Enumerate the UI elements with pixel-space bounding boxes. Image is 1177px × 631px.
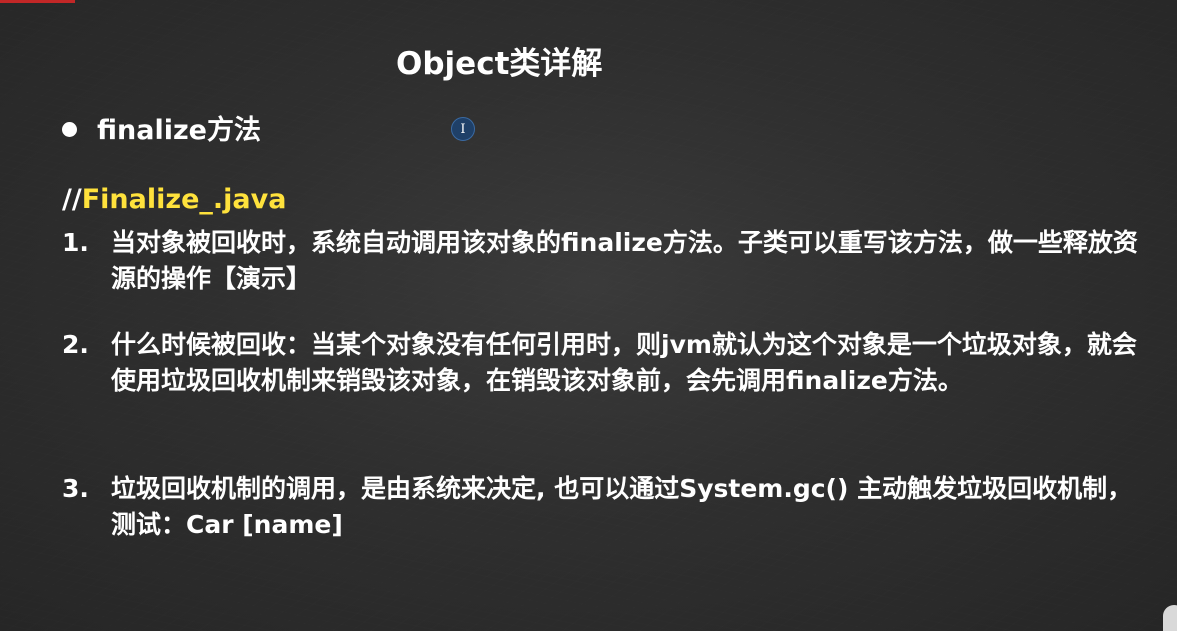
list-item-text: 当对象被回收时，系统自动调用该对象的finalize方法。子类可以重写该方法，做… bbox=[111, 228, 1138, 293]
list-item-number: 1. bbox=[62, 228, 89, 257]
list-item-2: 2. 什么时候被回收：当某个对象没有任何引用时，则jvm就认为这个对象是一个垃圾… bbox=[62, 327, 1147, 399]
cursor-label: I bbox=[460, 121, 466, 137]
list-item-number: 2. bbox=[62, 330, 89, 359]
list-item-number: 3. bbox=[62, 474, 89, 503]
text-cursor-icon: I bbox=[451, 117, 475, 141]
bullet-heading: finalize方法 bbox=[97, 115, 261, 146]
list-item-3: 3. 垃圾回收机制的调用，是由系统来决定, 也可以通过System.gc() 主… bbox=[62, 471, 1147, 543]
bullet-heading-row: finalize方法 bbox=[62, 108, 261, 147]
slide-title: Object类详解 bbox=[396, 46, 603, 82]
top-red-mark bbox=[0, 0, 75, 3]
presentation-slide: Object类详解 finalize方法 I //Finalize_.java … bbox=[0, 0, 1177, 631]
list-item-1: 1. 当对象被回收时，系统自动调用该对象的finalize方法。子类可以重写该方… bbox=[62, 225, 1147, 297]
file-name-line: //Finalize_.java bbox=[62, 184, 286, 215]
java-file-name: Finalize_.java bbox=[81, 184, 287, 215]
list-item-text: 垃圾回收机制的调用，是由系统来决定, 也可以通过System.gc() 主动触发… bbox=[111, 474, 1133, 539]
comment-prefix: // bbox=[62, 184, 82, 215]
bullet-dot-icon bbox=[62, 121, 77, 137]
corner-overlay-mark bbox=[1163, 605, 1177, 631]
list-item-text: 什么时候被回收：当某个对象没有任何引用时，则jvm就认为这个对象是一个垃圾对象，… bbox=[111, 330, 1137, 395]
